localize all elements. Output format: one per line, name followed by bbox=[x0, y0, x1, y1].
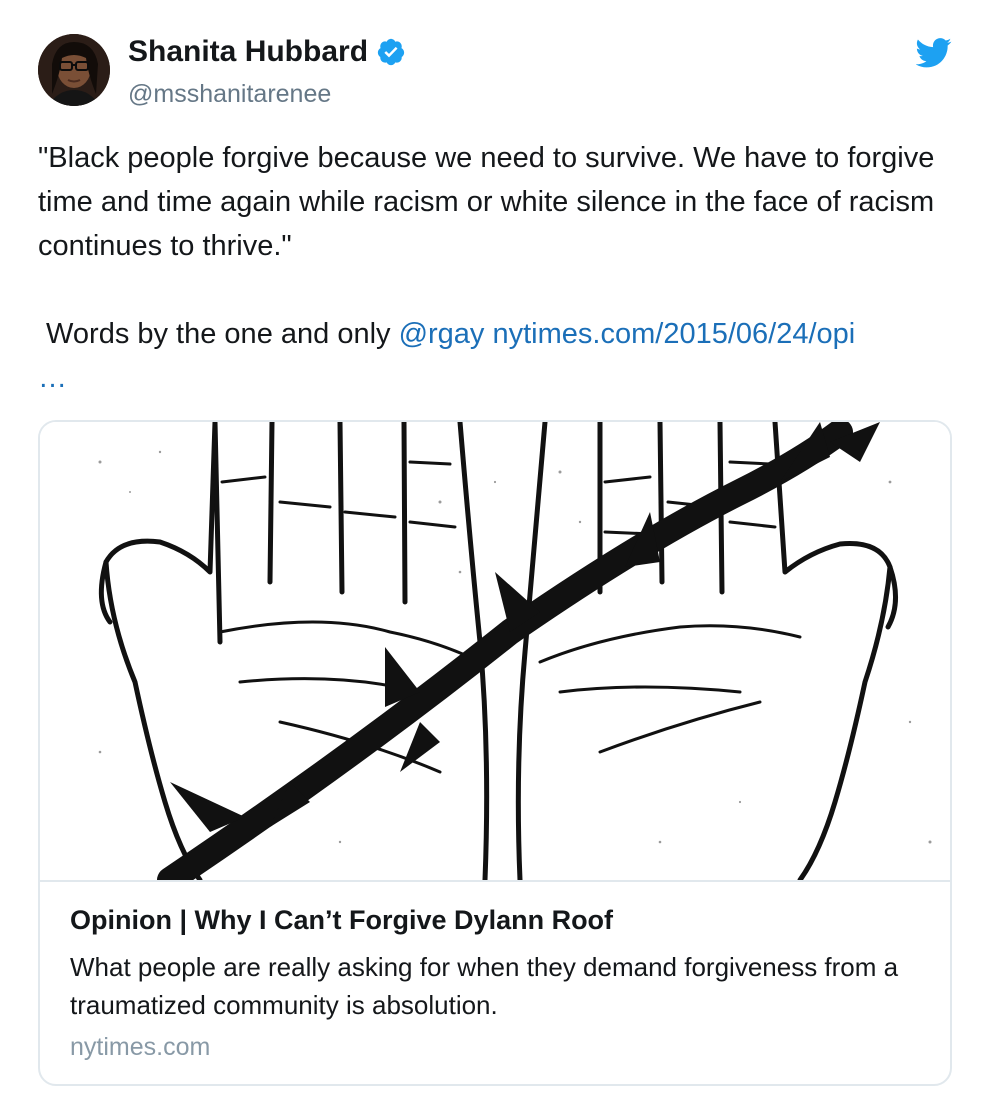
tweet-attribution-text: Words by the one and only bbox=[38, 318, 399, 350]
tweet-text: "Black people forgive because we need to… bbox=[38, 136, 948, 400]
card-image[interactable] bbox=[40, 422, 950, 893]
avatar[interactable] bbox=[38, 34, 110, 106]
author-handle[interactable]: @msshanitarenee bbox=[128, 78, 331, 110]
card-description: What people are really asking for when t… bbox=[70, 952, 899, 1020]
card-divider bbox=[40, 880, 950, 882]
author-name[interactable]: Shanita Hubbard bbox=[128, 33, 368, 71]
link-preview-card[interactable]: Opinion | Why I Can’t Forgive Dylann Roo… bbox=[38, 420, 952, 1086]
mention-link[interactable]: @rgay bbox=[399, 318, 485, 350]
open-hands-with-thorny-vine-illustration bbox=[40, 422, 950, 893]
tweet-ellipsis-row: … bbox=[38, 356, 948, 400]
twitter-bird-icon[interactable] bbox=[916, 38, 952, 68]
verified-badge-icon bbox=[377, 38, 405, 66]
tweet-quote: "Black people forgive because we need to… bbox=[38, 142, 935, 262]
card-title[interactable]: Opinion | Why I Can’t Forgive Dylann Roo… bbox=[70, 902, 613, 938]
url-link[interactable]: nytimes.com/2015/06/24/opi bbox=[493, 318, 856, 350]
avatar-photo bbox=[38, 34, 110, 106]
card-domain: nytimes.com bbox=[70, 1033, 211, 1061]
tweet-attribution: Words by the one and only @rgay nytimes.… bbox=[38, 312, 948, 356]
ellipsis-link[interactable]: … bbox=[38, 362, 69, 394]
author-name-row[interactable]: Shanita Hubbard bbox=[128, 33, 406, 71]
